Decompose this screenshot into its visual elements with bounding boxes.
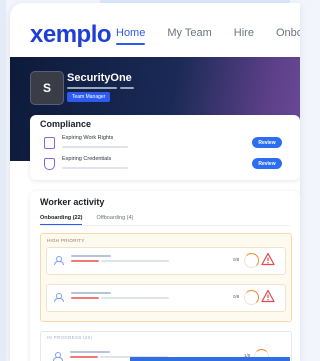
document-icon bbox=[44, 137, 55, 149]
placeholder-line bbox=[71, 260, 99, 262]
warning-icon bbox=[261, 252, 275, 266]
placeholder-line bbox=[101, 260, 169, 262]
placeholder-line bbox=[67, 87, 117, 89]
high-priority-section: HIGH PRIORITY 0/8 0/8 bbox=[40, 233, 292, 322]
placeholder-line bbox=[62, 167, 128, 169]
section-label: IN PROGRESS (20) bbox=[47, 335, 93, 340]
worker-row[interactable]: 0/8 bbox=[46, 284, 286, 312]
placeholder-line bbox=[120, 87, 134, 89]
tab-offboarding[interactable]: Offboarding (4) bbox=[96, 215, 133, 221]
compliance-item-label: Expiring Work Rights bbox=[62, 135, 114, 141]
section-label: HIGH PRIORITY bbox=[47, 238, 85, 243]
worker-activity-title: Worker activity bbox=[40, 197, 105, 207]
app-window: xemplo Home My Team Hire Onboard S Secur… bbox=[10, 3, 300, 361]
top-nav-bar: xemplo Home My Team Hire Onboard bbox=[10, 3, 300, 59]
company-avatar: S bbox=[30, 71, 64, 105]
progress-ring-icon bbox=[244, 290, 259, 305]
placeholder-line bbox=[71, 255, 111, 257]
worker-row[interactable]: 0/8 bbox=[46, 247, 286, 275]
compliance-title: Compliance bbox=[40, 119, 92, 129]
role-badge: Team Manager bbox=[67, 92, 111, 102]
background-accent-bottom bbox=[130, 357, 290, 361]
progress-ring-icon bbox=[244, 253, 259, 268]
placeholder-line bbox=[71, 297, 99, 299]
company-name: SecurityOne bbox=[67, 72, 132, 84]
review-button[interactable]: Review bbox=[252, 137, 282, 148]
nav-my-team[interactable]: My Team bbox=[167, 27, 211, 39]
activity-tabs: Onboarding (22) Offboarding (4) bbox=[40, 215, 147, 225]
review-button[interactable]: Review bbox=[252, 158, 282, 169]
placeholder-line bbox=[70, 351, 110, 353]
placeholder-line bbox=[101, 297, 169, 299]
shield-icon bbox=[44, 158, 55, 170]
tab-onboarding[interactable]: Onboarding (22) bbox=[40, 215, 83, 225]
compliance-panel: Compliance Expiring Work Rights Review E… bbox=[30, 115, 300, 180]
nav-home[interactable]: Home bbox=[116, 27, 146, 45]
compliance-row: Expiring Credentials Review bbox=[40, 156, 290, 172]
progress-count: 0/8 bbox=[233, 294, 240, 299]
add-person-icon bbox=[54, 293, 64, 302]
add-person-icon bbox=[54, 256, 64, 265]
worker-activity-panel: Worker activity Onboarding (22) Offboard… bbox=[30, 191, 300, 361]
warning-icon bbox=[261, 289, 275, 303]
divider bbox=[40, 225, 290, 226]
progress-count: 0/8 bbox=[233, 257, 240, 262]
compliance-item-label: Expiring Credentials bbox=[62, 156, 112, 162]
nav-hire[interactable]: Hire bbox=[234, 27, 254, 39]
compliance-row: Expiring Work Rights Review bbox=[40, 135, 290, 151]
placeholder-line bbox=[71, 292, 111, 294]
main-nav: Home My Team Hire Onboard bbox=[116, 27, 300, 45]
placeholder-line bbox=[62, 146, 128, 148]
nav-onboard[interactable]: Onboard bbox=[276, 27, 300, 39]
add-person-icon bbox=[53, 352, 63, 361]
placeholder-line bbox=[70, 356, 98, 358]
background-panel bbox=[0, 0, 6, 361]
brand-logo[interactable]: xemplo bbox=[30, 21, 112, 49]
